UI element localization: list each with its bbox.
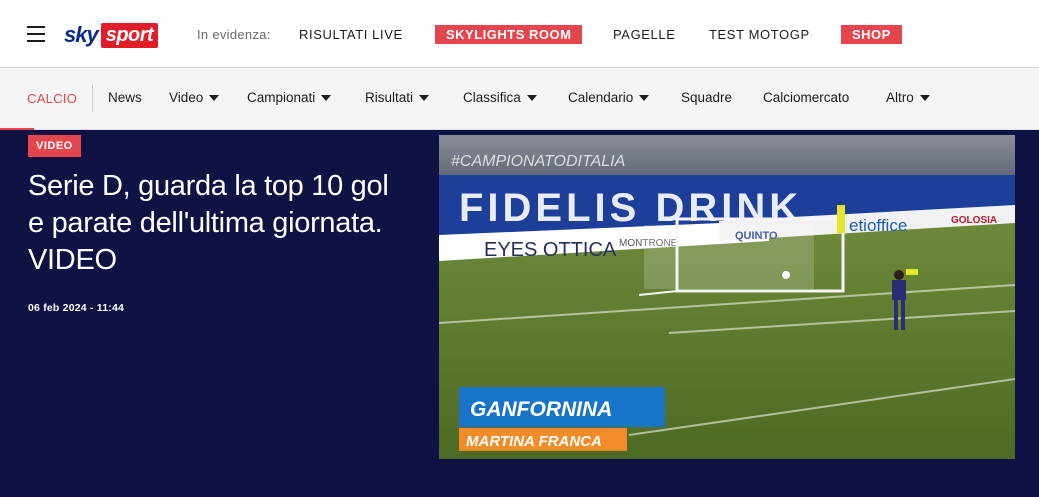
player-name: GANFORNINA (470, 398, 612, 421)
nav-item-video[interactable]: Video (169, 90, 220, 105)
highlight-pagelle[interactable]: PAGELLE (613, 27, 676, 42)
nav-item-altro[interactable]: Altro (886, 90, 930, 105)
section-nav: CALCIO News Video Campionati Risultati C… (0, 68, 1039, 131)
sponsor-text: GOLOSIA (951, 215, 997, 226)
goalkeeper (837, 205, 845, 233)
nav-item-label: Risultati (365, 90, 414, 105)
hero-article: VIDEO Serie D, guarda la top 10 gol e pa… (0, 130, 1039, 497)
article-title[interactable]: Serie D, guarda la top 10 gol e parate d… (28, 168, 408, 279)
nav-item-classifica[interactable]: Classifica (463, 90, 537, 105)
chevron-down-icon (526, 95, 537, 101)
nav-item-label: Campionati (247, 90, 316, 105)
sky-sport-logo[interactable]: sky sport (64, 21, 159, 49)
nav-item-label: Video (169, 90, 204, 105)
nav-item-risultati[interactable]: Risultati (365, 90, 430, 105)
nav-item-label: Calendario (568, 90, 634, 105)
chevron-down-icon (639, 95, 650, 101)
chevron-down-icon (209, 95, 220, 101)
video-badge[interactable]: VIDEO (28, 135, 81, 157)
nav-item-label: Squadre (681, 90, 733, 105)
highlight-test-motogp[interactable]: TEST MOTOGP (709, 27, 810, 42)
highlight-skylights-room[interactable]: SKYLIGHTS ROOM (435, 25, 583, 44)
chevron-down-icon (419, 95, 430, 101)
section-calcio-link[interactable]: CALCIO (27, 91, 77, 106)
player-arm (906, 269, 918, 275)
nav-item-campionati[interactable]: Campionati (247, 90, 332, 105)
team-name: MARTINA FRANCA (466, 433, 602, 450)
nav-item-calciomercato[interactable]: Calciomercato (763, 90, 849, 105)
sponsor-text: EYES OTTICA (484, 239, 617, 261)
video-thumbnail[interactable]: FIDELIS DRINK EYES OTTICA MONTRONE QUINT… (439, 135, 1015, 459)
evidenza-label: In evidenza: (197, 27, 271, 42)
nav-item-news[interactable]: News (108, 90, 142, 105)
logo-sky-text: sky (64, 22, 99, 47)
player-leg (901, 300, 905, 330)
player-shirt (892, 280, 906, 300)
top-header: sky sport In evidenza: RISULTATI LIVE SK… (0, 0, 1039, 68)
football (782, 271, 790, 279)
football-pitch-image: FIDELIS DRINK EYES OTTICA MONTRONE QUINT… (439, 135, 1015, 459)
chevron-down-icon (919, 95, 930, 101)
hamburger-icon[interactable] (27, 26, 45, 42)
player-head (894, 270, 904, 280)
nav-item-squadre[interactable]: Squadre (681, 90, 732, 105)
highlight-shop[interactable]: SHOP (841, 25, 902, 44)
nav-item-label: Altro (886, 90, 914, 105)
chevron-down-icon (321, 95, 332, 101)
highlight-risultati-live[interactable]: RISULTATI LIVE (299, 27, 403, 42)
goal-net (644, 225, 814, 289)
nav-item-label: Calciomercato (763, 90, 850, 105)
nav-item-label: News (108, 90, 142, 105)
hashtag-overlay: #CAMPIONATODITALIA (451, 153, 625, 170)
logo-sport-text: sport (100, 22, 159, 48)
nav-item-calendario[interactable]: Calendario (568, 90, 650, 105)
article-date: 06 feb 2024 - 11:44 (28, 302, 125, 314)
nav-item-label: Classifica (463, 90, 521, 105)
player-leg (894, 300, 898, 330)
nav-divider (92, 85, 93, 112)
sponsor-text: etioffice (849, 216, 907, 235)
